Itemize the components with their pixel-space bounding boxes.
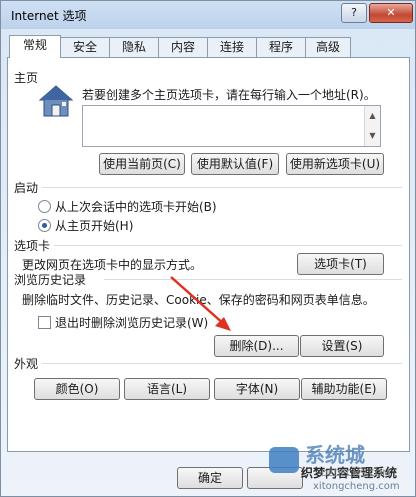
tabs-button[interactable]: 选项卡(T) [297, 253, 384, 275]
ok-button[interactable]: 确定 [177, 467, 243, 489]
use-current-button[interactable]: 使用当前页(C) [99, 153, 185, 175]
appearance-section-label: 外观 [14, 357, 39, 371]
colors-button[interactable]: 颜色(O) [34, 378, 120, 400]
textarea-scrollbar[interactable]: ▲ ▼ [364, 106, 380, 146]
house-icon [38, 84, 74, 118]
watermark-site-1: xitongcheng.com [313, 481, 400, 492]
internet-options-window: Internet 选项 ? ✕ 常规 安全 隐私 内容 连接 程序 高级 主页 … [0, 0, 416, 497]
start-last-session-radio[interactable] [38, 200, 51, 213]
appearance-divider [42, 363, 402, 364]
tabs-divider [54, 245, 402, 246]
delete-on-exit-checkbox[interactable] [38, 316, 51, 329]
watermark-site-2: DEDECMS.COM [321, 469, 390, 479]
general-panel: 主页 若要创建多个主页选项卡，请在每行输入一个地址(R)。 ▲ ▼ 使用当前页(C… [7, 57, 410, 452]
tab-privacy[interactable]: 隐私 [109, 37, 159, 57]
tab-programs[interactable]: 程序 [256, 37, 306, 57]
accessibility-button[interactable]: 辅助功能(E) [301, 378, 387, 400]
tab-general[interactable]: 常规 [9, 35, 61, 58]
tab-advanced[interactable]: 高级 [305, 37, 351, 57]
tab-content[interactable]: 内容 [158, 37, 208, 57]
window-title: Internet 选项 [11, 9, 87, 23]
history-section-label: 浏览历史记录 [14, 273, 87, 287]
use-default-button[interactable]: 使用默认值(F) [191, 153, 279, 175]
watermark-logo-icon [269, 447, 299, 473]
history-settings-button[interactable]: 设置(S) [300, 335, 384, 357]
close-button[interactable]: ✕ [369, 3, 413, 23]
help-button[interactable]: ? [341, 3, 367, 23]
languages-button[interactable]: 语言(L) [124, 378, 210, 400]
startup-divider [42, 187, 402, 188]
title-bar: Internet 选项 ? ✕ [1, 1, 415, 29]
start-home-radio[interactable] [38, 219, 51, 232]
fonts-button[interactable]: 字体(N) [214, 378, 300, 400]
tabs-section-label: 选项卡 [14, 239, 51, 253]
start-home-label[interactable]: 从主页开始(H) [55, 217, 133, 234]
home-hint: 若要创建多个主页选项卡，请在每行输入一个地址(R)。 [82, 88, 376, 102]
history-divider [104, 279, 402, 280]
tab-security[interactable]: 安全 [60, 37, 110, 57]
homepage-textarea[interactable]: ▲ ▼ [82, 105, 381, 147]
tab-connections[interactable]: 连接 [207, 37, 257, 57]
annotation-arrow [170, 276, 231, 331]
home-section-label: 主页 [14, 71, 39, 85]
startup-section-label: 启动 [14, 181, 39, 195]
start-last-session-label[interactable]: 从上次会话中的选项卡开始(B) [55, 198, 217, 215]
use-new-tab-button[interactable]: 使用新选项卡(U) [286, 153, 384, 175]
